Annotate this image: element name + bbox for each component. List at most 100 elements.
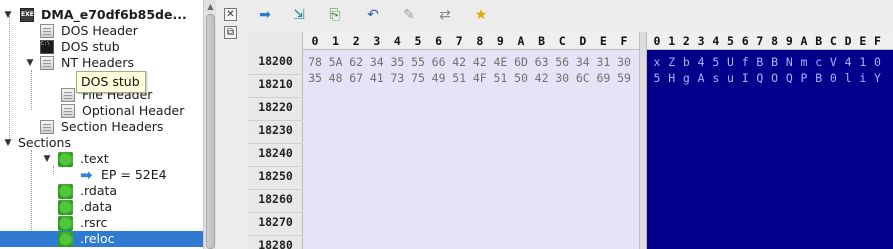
row-offset: 18270 bbox=[248, 213, 303, 236]
hex-byte[interactable]: 62 bbox=[346, 54, 366, 70]
ascii-char[interactable]: Q bbox=[782, 70, 796, 86]
collapse-arrow-icon[interactable]: ▼ bbox=[25, 55, 35, 71]
ascii-char[interactable]: b bbox=[679, 54, 693, 70]
ascii-char[interactable]: m bbox=[797, 54, 811, 70]
hex-byte[interactable]: 6C bbox=[573, 70, 593, 86]
row-offset: 18210 bbox=[248, 75, 303, 98]
ascii-char[interactable]: B bbox=[753, 54, 767, 70]
hex-byte[interactable]: 48 bbox=[326, 70, 346, 86]
ascii-char[interactable]: 4 bbox=[694, 54, 708, 70]
ascii-column-label: 4 bbox=[712, 34, 720, 48]
ascii-char[interactable]: I bbox=[738, 70, 752, 86]
hex-byte[interactable]: 55 bbox=[408, 54, 428, 70]
detach-view-icon[interactable]: ⧉ bbox=[224, 26, 237, 39]
hex-byte[interactable]: 66 bbox=[429, 54, 449, 70]
hex-byte[interactable]: 42 bbox=[449, 54, 469, 70]
ascii-char[interactable]: A bbox=[694, 70, 708, 86]
hex-byte[interactable]: 75 bbox=[408, 70, 428, 86]
ascii-char[interactable]: 0 bbox=[826, 70, 840, 86]
ascii-char[interactable]: g bbox=[679, 70, 693, 86]
ascii-column-label: 9 bbox=[785, 34, 793, 48]
ascii-char[interactable]: Q bbox=[753, 70, 767, 86]
arrow-right-icon[interactable]: ➡ bbox=[256, 6, 274, 24]
hex-byte[interactable]: 35 bbox=[387, 54, 407, 70]
scrollbar-thumb[interactable] bbox=[206, 14, 215, 249]
hex-byte[interactable]: 42 bbox=[532, 70, 552, 86]
ascii-column-label: 3 bbox=[697, 34, 705, 48]
hex-byte[interactable]: 4E bbox=[490, 54, 510, 70]
close-view-icon[interactable]: ✕ bbox=[224, 8, 237, 21]
ascii-char[interactable]: N bbox=[782, 54, 796, 70]
ascii-char[interactable]: s bbox=[709, 70, 723, 86]
tree-item-reloc[interactable]: .reloc bbox=[0, 231, 203, 247]
ascii-char[interactable]: Y bbox=[871, 70, 885, 86]
ascii-char[interactable]: u bbox=[724, 70, 738, 86]
hex-byte[interactable]: 67 bbox=[346, 70, 366, 86]
ascii-char[interactable]: O bbox=[768, 70, 782, 86]
hex-byte[interactable]: 4F bbox=[470, 70, 490, 86]
collapse-arrow-icon[interactable]: ▼ bbox=[3, 135, 13, 151]
side-buttons: ✕ ⧉ bbox=[224, 8, 240, 44]
ascii-char[interactable]: 5 bbox=[650, 70, 664, 86]
hex-byte[interactable]: 59 bbox=[614, 70, 634, 86]
hex-byte[interactable]: 30 bbox=[614, 54, 634, 70]
tree-item-label: .rdata bbox=[80, 183, 118, 198]
hex-byte[interactable]: 34 bbox=[573, 54, 593, 70]
document-icon bbox=[40, 56, 54, 70]
hex-byte[interactable]: 73 bbox=[387, 70, 407, 86]
go-to-icon[interactable]: ⇲ bbox=[290, 6, 308, 24]
tree-root-label: DMA_e70df6b85de... bbox=[41, 7, 187, 22]
collapse-arrow-icon[interactable]: ▼ bbox=[42, 151, 52, 167]
ascii-char[interactable]: B bbox=[768, 54, 782, 70]
hex-column-label: D bbox=[579, 34, 587, 48]
undo-icon[interactable]: ↶ bbox=[364, 6, 382, 24]
hex-byte[interactable]: 6D bbox=[511, 54, 531, 70]
hex-byte[interactable]: 31 bbox=[593, 54, 613, 70]
hex-column-label: B bbox=[538, 34, 546, 48]
hex-byte[interactable]: 49 bbox=[429, 70, 449, 86]
hex-byte[interactable]: 78 bbox=[305, 54, 325, 70]
hex-byte[interactable]: 5A bbox=[326, 54, 346, 70]
ascii-char[interactable]: l bbox=[841, 70, 855, 86]
ascii-char[interactable]: Z bbox=[665, 54, 679, 70]
ascii-char[interactable]: B bbox=[812, 70, 826, 86]
ascii-char[interactable]: 1 bbox=[856, 54, 870, 70]
hex-byte[interactable]: 35 bbox=[305, 70, 325, 86]
ascii-char[interactable]: 5 bbox=[709, 54, 723, 70]
hex-byte[interactable]: 34 bbox=[367, 54, 387, 70]
ascii-char[interactable]: P bbox=[797, 70, 811, 86]
hex-column-label: E bbox=[599, 34, 607, 48]
hex-column-label: F bbox=[620, 34, 628, 48]
hex-byte[interactable]: 50 bbox=[511, 70, 531, 86]
ascii-char[interactable]: c bbox=[812, 54, 826, 70]
ascii-column-label: D bbox=[844, 34, 852, 48]
ascii-char[interactable]: H bbox=[665, 70, 679, 86]
hex-byte[interactable]: 56 bbox=[552, 54, 572, 70]
ascii-char[interactable]: U bbox=[724, 54, 738, 70]
hex-byte[interactable]: 41 bbox=[367, 70, 387, 86]
collapse-arrow-icon[interactable]: ▼ bbox=[3, 7, 13, 23]
tree-line bbox=[53, 166, 54, 174]
ascii-char[interactable]: V bbox=[826, 54, 840, 70]
ascii-char[interactable]: 0 bbox=[871, 54, 885, 70]
ascii-char[interactable]: x bbox=[650, 54, 664, 70]
hex-byte[interactable]: 63 bbox=[532, 54, 552, 70]
star-icon[interactable]: ★ bbox=[472, 6, 490, 24]
structure-tree[interactable]: ▼ EXE DMA_e70df6b85de... DOS Header DOS … bbox=[0, 0, 203, 249]
ascii-char[interactable]: i bbox=[856, 70, 870, 86]
hex-byte[interactable]: 51 bbox=[449, 70, 469, 86]
hex-byte[interactable]: 69 bbox=[593, 70, 613, 86]
ascii-column-label: 5 bbox=[727, 34, 734, 48]
tree-item-label: Sections bbox=[18, 135, 71, 150]
pane-separator[interactable] bbox=[639, 32, 647, 249]
hex-byte[interactable]: 42 bbox=[470, 54, 490, 70]
tree-line bbox=[31, 70, 32, 110]
hex-byte[interactable]: 51 bbox=[490, 70, 510, 86]
pin-icon[interactable]: ✎ bbox=[400, 6, 418, 24]
ascii-char[interactable]: 4 bbox=[841, 54, 855, 70]
hex-byte[interactable]: 30 bbox=[552, 70, 572, 86]
ascii-char[interactable]: f bbox=[738, 54, 752, 70]
replace-icon[interactable]: ⇄ bbox=[436, 6, 454, 24]
export-icon[interactable]: ⎘ bbox=[326, 6, 344, 24]
tree-scrollbar[interactable]: ▲ bbox=[203, 0, 216, 249]
